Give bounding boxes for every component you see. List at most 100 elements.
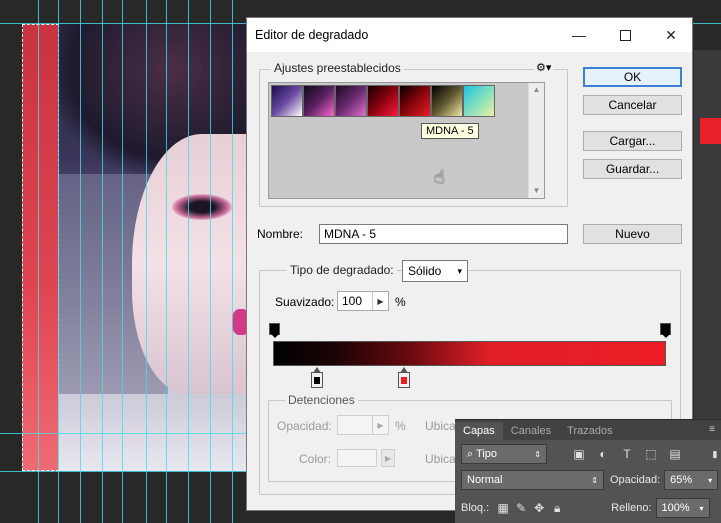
color-label: Color: xyxy=(299,452,332,466)
opacity-stop-left[interactable] xyxy=(269,323,280,338)
type-filter-icon[interactable]: T xyxy=(619,446,635,462)
photoshop-workspace: Editor de degradado — ✕ Ajustes preestab… xyxy=(0,0,721,523)
location-label: Ubica xyxy=(425,419,456,433)
preset-swatch[interactable] xyxy=(463,85,495,117)
search-icon: ⌕ xyxy=(467,447,474,460)
name-field[interactable]: MDNA - 5 xyxy=(319,224,568,244)
chevron-down-icon[interactable]: ▾ xyxy=(708,476,712,485)
layers-panel: Capas Canales Trazados ≡ ⌕ Tipo ⇕ ▣ ◐ T … xyxy=(455,419,721,523)
scroll-up-icon[interactable]: ▲ xyxy=(529,83,544,97)
stops-label: Detenciones xyxy=(285,393,358,407)
presets-scrollbar[interactable]: ▲ ▼ xyxy=(528,83,544,198)
dialog-titlebar[interactable]: Editor de degradado — ✕ xyxy=(247,18,692,52)
opacity-unit: % xyxy=(395,419,406,433)
preset-swatch[interactable] xyxy=(303,85,335,117)
lock-row: Bloq.: ▦ ✎ ✥ 🔒︎ Relleno: 100% ▾ xyxy=(461,498,710,518)
lock-label: Bloq.: xyxy=(461,502,490,514)
panel-menu-icon[interactable]: ≡ xyxy=(709,424,715,435)
preset-swatch[interactable] xyxy=(335,85,367,117)
maximize-button[interactable] xyxy=(602,18,648,52)
cancel-button[interactable]: Cancelar xyxy=(583,95,682,115)
color-stop-left[interactable] xyxy=(311,367,323,388)
layer-opacity-label: Opacidad: xyxy=(610,474,661,486)
name-label: Nombre: xyxy=(257,227,304,241)
preset-swatch[interactable] xyxy=(367,85,399,117)
close-icon: ✕ xyxy=(665,26,677,43)
color-stop-fill xyxy=(314,377,320,384)
preset-swatch[interactable] xyxy=(271,85,303,117)
opacity-value xyxy=(338,416,372,434)
filter-value: Tipo xyxy=(476,447,498,460)
maximize-icon xyxy=(619,29,631,41)
smoothness-label: Suavizado: xyxy=(275,295,335,309)
guide-line xyxy=(188,0,189,523)
gradient-type-label: Tipo de degradado: xyxy=(287,263,397,277)
chevron-updown-icon: ⇕ xyxy=(534,449,541,459)
presets-label: Ajustes preestablecidos xyxy=(271,61,404,75)
blend-mode-select[interactable]: Normal ⇕ xyxy=(461,470,604,490)
shape-filter-icon[interactable]: ⬚ xyxy=(643,446,659,462)
adjustment-filter-icon[interactable]: ◐ xyxy=(595,446,611,462)
gradient-type-value: Sólido xyxy=(408,264,442,278)
close-button[interactable]: ✕ xyxy=(648,18,694,52)
chevron-down-icon: ▾ xyxy=(457,265,462,276)
smoothness-stepper[interactable]: 100 ▶ xyxy=(337,291,389,311)
layer-opacity-value: 65% xyxy=(670,474,693,486)
chevron-updown-icon: ⇕ xyxy=(591,475,598,485)
chevron-right-icon[interactable]: ▶ xyxy=(372,292,388,310)
blend-mode-value: Normal xyxy=(467,474,503,486)
color-stop-fill xyxy=(401,377,407,384)
guide-line xyxy=(58,0,59,523)
guide-line xyxy=(232,0,233,523)
presets-list[interactable]: ▲ ▼ ☝ MDNA - 5 xyxy=(268,82,545,199)
save-button[interactable]: Guardar... xyxy=(583,159,682,179)
preset-swatch-selected[interactable] xyxy=(399,85,431,117)
guide-line xyxy=(122,0,123,523)
preset-swatch[interactable] xyxy=(431,85,463,117)
chevron-right-icon[interactable]: ▶ xyxy=(381,449,395,467)
hand-cursor-icon: ☝ xyxy=(434,167,445,187)
layer-filter-select[interactable]: ⌕ Tipo ⇕ xyxy=(461,444,547,464)
stop-color-swatch[interactable] xyxy=(337,449,377,467)
fill-field[interactable]: 100% ▾ xyxy=(655,498,710,518)
scroll-down-icon[interactable]: ▼ xyxy=(529,184,544,198)
smoothness-value: 100 xyxy=(342,294,363,308)
minimize-icon: — xyxy=(572,27,586,43)
gear-icon[interactable]: ⚙▾ xyxy=(534,61,554,74)
tab-paths[interactable]: Trazados xyxy=(559,422,620,440)
location-label-2: Ubica xyxy=(425,452,456,466)
layer-opacity-field[interactable]: 65% ▾ xyxy=(664,470,719,490)
filter-row: ⌕ Tipo ⇕ ▣ ◐ T ⬚ ▤ ▮ xyxy=(461,444,721,464)
color-stop-right[interactable] xyxy=(398,367,410,388)
gradient-preview-bar[interactable] xyxy=(273,341,666,366)
ok-button[interactable]: OK xyxy=(583,67,682,87)
new-button[interactable]: Nuevo xyxy=(583,224,682,244)
panel-tabs: Capas Canales Trazados xyxy=(455,420,721,440)
opacity-label: Opacidad: xyxy=(277,419,332,433)
chevron-down-icon[interactable]: ▾ xyxy=(699,504,703,513)
gradient-type-select[interactable]: Sólido ▾ xyxy=(402,260,468,282)
load-button[interactable]: Cargar... xyxy=(583,131,682,151)
smart-object-filter-icon[interactable]: ▤ xyxy=(667,446,683,462)
fill-value: 100% xyxy=(661,502,690,514)
opacity-stepper[interactable]: ▶ xyxy=(337,415,389,435)
filter-toggle-icon[interactable]: ▮ xyxy=(707,446,721,462)
lock-all-icon[interactable]: 🔒︎ xyxy=(549,500,565,516)
image-filter-icon[interactable]: ▣ xyxy=(571,446,587,462)
minimize-button[interactable]: — xyxy=(556,18,602,52)
artwork-eye-region xyxy=(172,194,232,220)
lock-position-icon[interactable]: ✥ xyxy=(531,500,547,516)
tab-layers[interactable]: Capas xyxy=(455,422,503,440)
opacity-stop-right[interactable] xyxy=(660,323,671,338)
smoothness-unit: % xyxy=(395,295,406,309)
foreground-color-swatch[interactable] xyxy=(700,118,721,144)
guide-line xyxy=(210,0,211,523)
blend-row: Normal ⇕ Opacidad: 65% ▾ xyxy=(461,470,719,490)
guide-line xyxy=(146,0,147,523)
lock-transparency-icon[interactable]: ▦ xyxy=(495,500,511,516)
lock-paint-icon[interactable]: ✎ xyxy=(513,500,529,516)
marquee-selection xyxy=(22,24,59,471)
chevron-right-icon[interactable]: ▶ xyxy=(372,416,388,434)
tab-channels[interactable]: Canales xyxy=(503,422,559,440)
guide-line xyxy=(38,0,39,523)
